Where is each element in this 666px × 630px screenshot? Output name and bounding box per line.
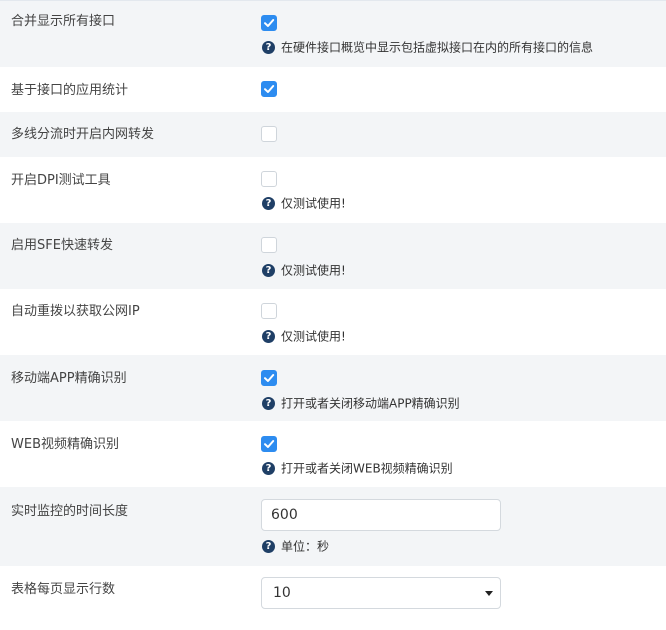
question-circle-icon: ?	[262, 264, 275, 277]
setting-hint: ? 在硬件接口概览中显示包括虚拟接口在内的所有接口的信息	[262, 40, 593, 55]
mobile-app-checkbox[interactable]	[261, 370, 277, 386]
check-icon	[264, 85, 275, 93]
check-icon	[264, 19, 275, 27]
setting-hint: ? 打开或者关闭WEB视频精确识别	[262, 461, 453, 476]
setting-row-lan-forward: 多线分流时开启内网转发	[0, 112, 666, 157]
setting-row-rows-per-page: 表格每页显示行数 10	[0, 566, 666, 630]
setting-hint: ? 打开或者关闭移动端APP精确识别	[262, 396, 460, 411]
monitor-duration-input[interactable]	[261, 499, 501, 531]
setting-label: 合并显示所有接口	[11, 14, 116, 29]
check-icon	[264, 374, 275, 382]
setting-label: 表格每页显示行数	[11, 582, 116, 597]
setting-row-auto-redial: 自动重拨以获取公网IP ? 仅测试使用!	[0, 289, 666, 355]
setting-row-dpi-tool: 开启DPI测试工具 ? 仅测试使用!	[0, 157, 666, 223]
setting-row-mobile-app: 移动端APP精确识别 ? 打开或者关闭移动端APP精确识别	[0, 355, 666, 421]
question-circle-icon: ?	[262, 197, 275, 210]
setting-row-app-stats: 基于接口的应用统计	[0, 67, 666, 112]
caret-down-icon	[485, 591, 493, 596]
question-circle-icon: ?	[262, 462, 275, 475]
setting-label: 移动端APP精确识别	[11, 371, 127, 386]
question-circle-icon: ?	[262, 540, 275, 553]
setting-hint: ? 仅测试使用!	[262, 196, 346, 211]
setting-label: 基于接口的应用统计	[11, 83, 129, 98]
question-circle-icon: ?	[262, 41, 275, 54]
auto-redial-checkbox[interactable]	[261, 303, 277, 319]
setting-row-merge-interfaces: 合并显示所有接口 ? 在硬件接口概览中显示包括虚拟接口在内的所有接口的信息	[0, 1, 666, 67]
sfe-forward-checkbox[interactable]	[261, 237, 277, 253]
question-circle-icon: ?	[262, 330, 275, 343]
setting-row-sfe-forward: 启用SFE快速转发 ? 仅测试使用!	[0, 223, 666, 289]
web-video-checkbox[interactable]	[261, 436, 277, 452]
setting-label: 自动重拨以获取公网IP	[11, 304, 140, 319]
merge-interfaces-checkbox[interactable]	[261, 15, 277, 31]
setting-label: 实时监控的时间长度	[11, 504, 129, 519]
setting-row-monitor-duration: 实时监控的时间长度 ?单位：秒	[0, 487, 666, 566]
setting-hint: ? 单位：秒	[262, 539, 329, 554]
question-circle-icon: ?	[262, 397, 275, 410]
setting-label: 开启DPI测试工具	[11, 173, 111, 188]
setting-hint: ? 仅测试使用!	[262, 263, 346, 278]
setting-label: 启用SFE快速转发	[11, 238, 113, 253]
setting-label: 多线分流时开启内网转发	[11, 127, 155, 142]
rows-per-page-select[interactable]: 10	[261, 577, 501, 609]
setting-row-web-video: WEB视频精确识别 ? 打开或者关闭WEB视频精确识别	[0, 421, 666, 487]
app-stats-checkbox[interactable]	[261, 81, 277, 97]
check-icon	[264, 440, 275, 448]
rows-per-page-value: 10	[273, 585, 291, 601]
setting-label: WEB视频精确识别	[11, 437, 119, 452]
dpi-tool-checkbox[interactable]	[261, 171, 277, 187]
lan-forward-checkbox[interactable]	[261, 126, 277, 142]
setting-hint: ? 仅测试使用!	[262, 329, 346, 344]
